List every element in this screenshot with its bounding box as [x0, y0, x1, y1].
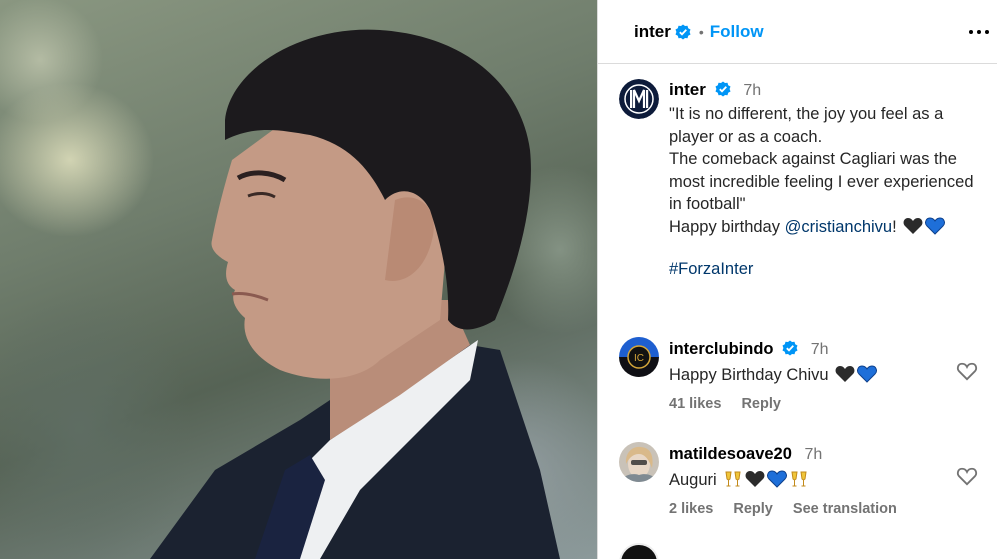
see-translation-button[interactable]: See translation: [793, 501, 897, 517]
verified-badge-icon: [715, 81, 731, 97]
next-comment-avatar[interactable]: [619, 543, 659, 559]
blue-heart-icon: [857, 365, 878, 383]
inter-avatar[interactable]: [619, 79, 659, 119]
mention-link[interactable]: @cristianchivu: [785, 218, 893, 236]
follow-button[interactable]: Follow: [710, 22, 764, 42]
post-time[interactable]: 7h: [743, 82, 761, 99]
comment-likes[interactable]: 41 likes: [669, 396, 721, 412]
caption-text: "It is no different, the joy you feel as…: [669, 105, 974, 213]
birthday-suffix: !: [892, 217, 902, 236]
clinking-glasses-icon: [791, 471, 807, 487]
comment-text: Happy Birthday Chivu: [669, 364, 958, 386]
comment-likes[interactable]: 2 likes: [669, 501, 713, 517]
hashtag-link[interactable]: #ForzaInter: [669, 260, 981, 279]
user-photo-icon: [619, 442, 659, 482]
photo-subject-illustration: [150, 29, 560, 559]
black-heart-icon: [903, 217, 923, 234]
blue-heart-icon: [767, 470, 788, 488]
birthday-prefix: Happy birthday: [669, 217, 785, 236]
comment-text-body: Happy Birthday Chivu: [669, 366, 834, 384]
like-heart-icon[interactable]: [956, 361, 978, 381]
comment-text: Auguri: [669, 469, 958, 491]
matildesoave20-avatar[interactable]: [619, 442, 659, 482]
blue-heart-icon: [925, 216, 946, 235]
comment-time[interactable]: 7h: [811, 341, 829, 358]
reply-button[interactable]: Reply: [733, 501, 773, 517]
verified-badge-icon: [782, 340, 798, 356]
header-username[interactable]: inter: [634, 22, 671, 42]
black-heart-icon: [835, 366, 855, 382]
comment-item: IC interclubindo 7h Happy Birthday Chivu…: [598, 333, 997, 438]
comment-time[interactable]: 7h: [805, 446, 823, 463]
interclub-logo-icon: IC: [619, 337, 659, 377]
comment-text-body: Auguri: [669, 471, 722, 489]
interclubindo-avatar[interactable]: IC: [619, 337, 659, 377]
post-photo[interactable]: [0, 0, 597, 559]
like-heart-icon[interactable]: [956, 466, 978, 486]
clinking-glasses-icon: [725, 471, 741, 487]
post-details-panel: inter • Follow inter 7h "It is no differ…: [597, 0, 997, 559]
comment-item: matildesoave20 7h Auguri 2 likes Reply S…: [598, 438, 997, 543]
caption-birthday-line: Happy birthday @cristianchivu!: [669, 216, 981, 239]
caption-username[interactable]: inter: [669, 80, 706, 99]
inter-logo-icon: [619, 79, 659, 119]
comments-list: IC interclubindo 7h Happy Birthday Chivu…: [598, 333, 997, 543]
post-caption: inter 7h "It is no different, the joy yo…: [598, 64, 997, 279]
post-header: inter • Follow: [598, 0, 997, 64]
svg-text:IC: IC: [634, 353, 644, 364]
comment-username[interactable]: interclubindo: [669, 340, 774, 358]
black-heart-icon: [745, 471, 765, 487]
separator-dot: •: [698, 23, 704, 40]
more-options-icon[interactable]: [967, 22, 991, 42]
verified-badge-icon: [675, 24, 691, 39]
comment-username[interactable]: matildesoave20: [669, 445, 792, 463]
reply-button[interactable]: Reply: [741, 396, 781, 412]
